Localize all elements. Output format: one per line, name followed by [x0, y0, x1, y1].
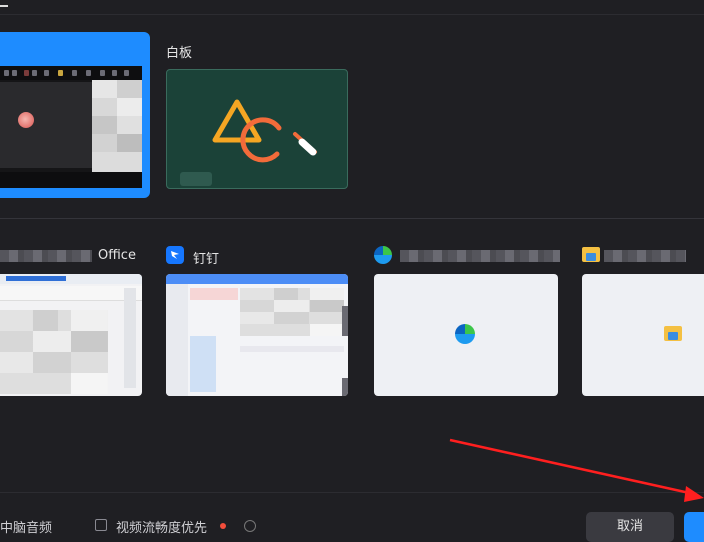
annotation-arrow [449, 438, 704, 502]
